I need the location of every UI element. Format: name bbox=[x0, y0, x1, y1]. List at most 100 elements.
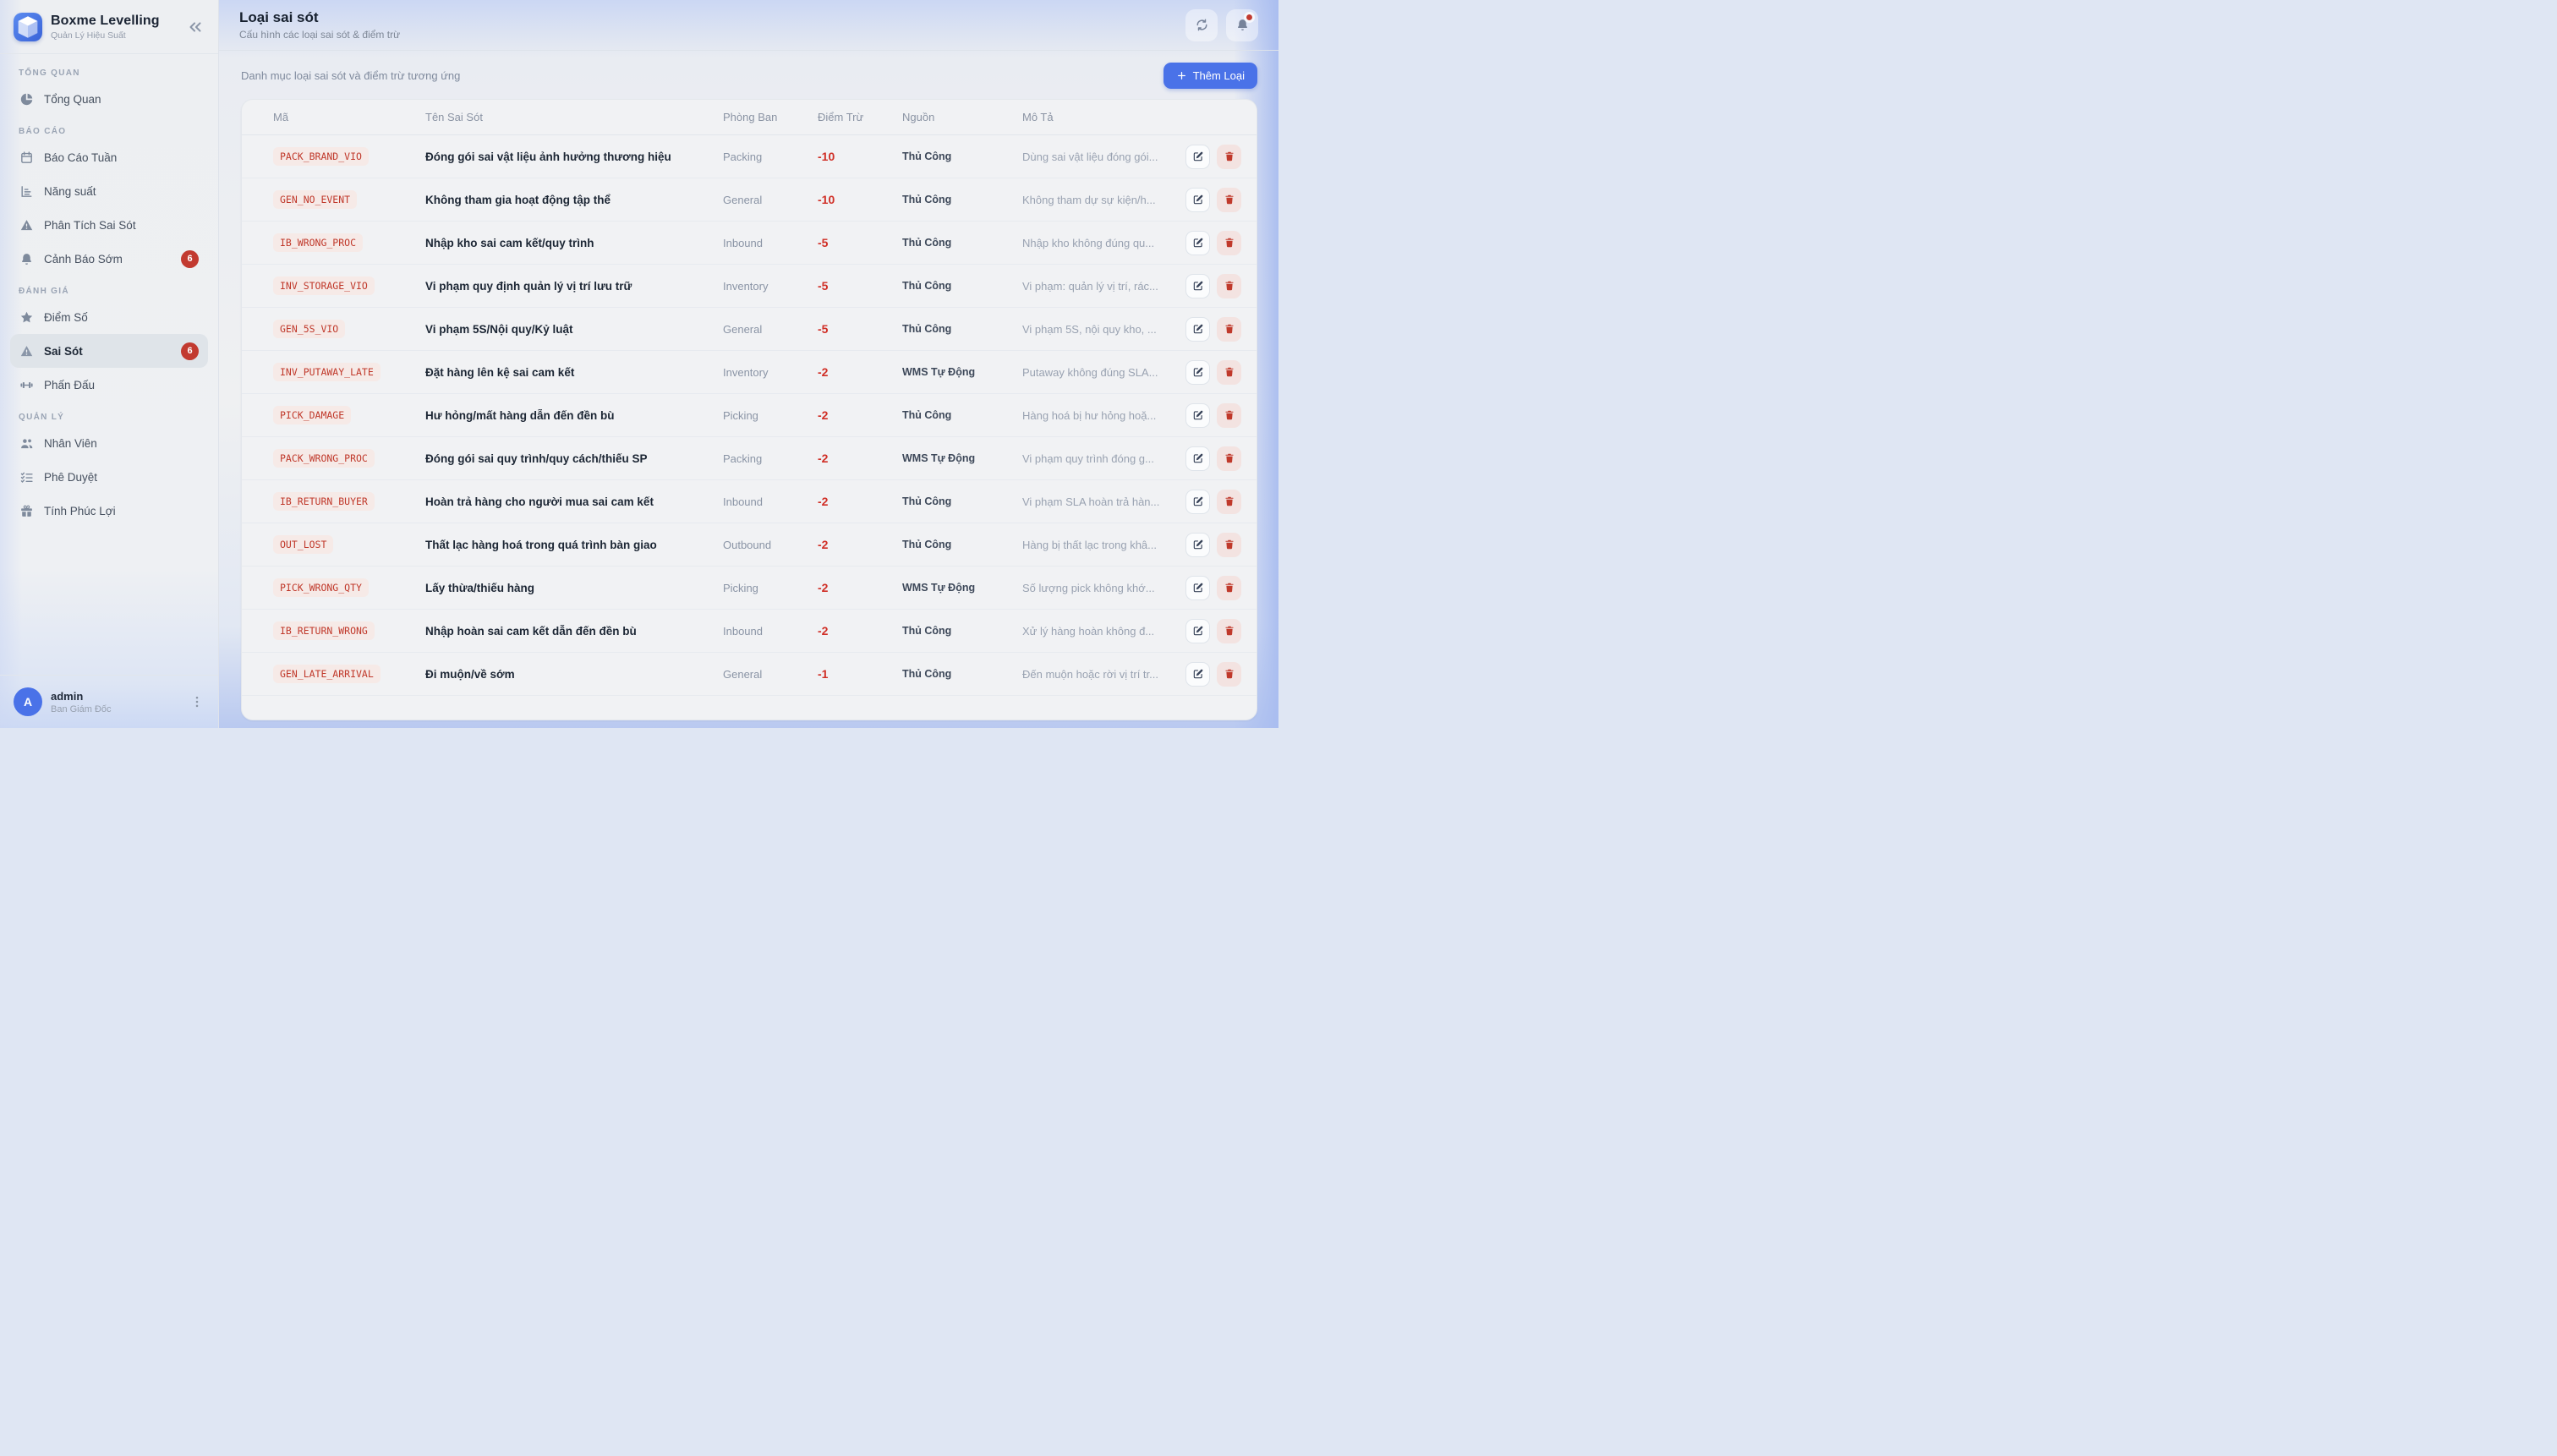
delete-button[interactable] bbox=[1217, 533, 1241, 557]
dots-vertical-icon[interactable] bbox=[189, 694, 205, 709]
delete-button[interactable] bbox=[1217, 446, 1241, 471]
nav-section-label: TỔNG QUAN bbox=[19, 68, 200, 78]
delete-button[interactable] bbox=[1217, 403, 1241, 428]
edit-icon bbox=[1192, 323, 1204, 335]
sidebar-item-label: Điểm Số bbox=[44, 311, 88, 324]
column-header: Phòng Ban bbox=[723, 111, 818, 123]
penalty-points: -2 bbox=[818, 365, 902, 379]
trash-icon bbox=[1224, 409, 1235, 421]
edit-button[interactable] bbox=[1185, 446, 1210, 471]
source: Thủ Công bbox=[902, 539, 1022, 550]
refresh-button[interactable] bbox=[1185, 9, 1218, 41]
sidebar-item-nhan-vien[interactable]: Nhân Viên bbox=[10, 426, 208, 460]
column-header: Mô Tả bbox=[1022, 111, 1175, 123]
delete-button[interactable] bbox=[1217, 490, 1241, 514]
trash-icon bbox=[1224, 323, 1235, 335]
sidebar-item-bao-cao-tuan[interactable]: Báo Cáo Tuần bbox=[10, 140, 208, 174]
error-name: Nhập hoàn sai cam kết dẫn đến đền bù bbox=[425, 625, 723, 638]
sidebar-item-canh-bao-som[interactable]: Cảnh Báo Sớm6 bbox=[10, 242, 208, 276]
edit-button[interactable] bbox=[1185, 145, 1210, 169]
column-header: Tên Sai Sót bbox=[425, 111, 723, 123]
trash-icon bbox=[1224, 539, 1235, 550]
delete-button[interactable] bbox=[1217, 188, 1241, 212]
bell-icon bbox=[19, 252, 34, 266]
sidebar-item-phan-dau[interactable]: Phấn Đấu bbox=[10, 368, 208, 402]
trash-icon bbox=[1224, 237, 1235, 249]
description: Xử lý hàng hoàn không đ... bbox=[1022, 625, 1175, 638]
delete-button[interactable] bbox=[1217, 145, 1241, 169]
edit-button[interactable] bbox=[1185, 576, 1210, 600]
penalty-points: -2 bbox=[818, 452, 902, 465]
sidebar-item-phe-duyet[interactable]: Phê Duyệt bbox=[10, 460, 208, 494]
error-name: Lấy thừa/thiếu hàng bbox=[425, 582, 723, 594]
edit-button[interactable] bbox=[1185, 490, 1210, 514]
penalty-points: -2 bbox=[818, 624, 902, 638]
description: Hàng bị thất lạc trong khâ... bbox=[1022, 539, 1175, 551]
edit-button[interactable] bbox=[1185, 231, 1210, 255]
edit-button[interactable] bbox=[1185, 360, 1210, 385]
edit-icon bbox=[1192, 582, 1204, 594]
dumbbell-icon bbox=[19, 378, 34, 392]
sidebar-item-label: Cảnh Báo Sớm bbox=[44, 253, 123, 265]
delete-button[interactable] bbox=[1217, 576, 1241, 600]
department: Picking bbox=[723, 582, 818, 594]
delete-button[interactable] bbox=[1217, 274, 1241, 298]
trash-icon bbox=[1224, 452, 1235, 464]
table-row: PACK_WRONG_PROCĐóng gói sai quy trình/qu… bbox=[242, 437, 1257, 480]
department: Inbound bbox=[723, 625, 818, 638]
sidebar-item-nang-suat[interactable]: Năng suất bbox=[10, 174, 208, 208]
error-code-chip: INV_PUTAWAY_LATE bbox=[273, 363, 381, 381]
description: Đến muộn hoặc rời vị trí tr... bbox=[1022, 668, 1175, 681]
trash-icon bbox=[1224, 151, 1235, 162]
error-code-chip: GEN_NO_EVENT bbox=[273, 190, 357, 209]
error-code-chip: GEN_LATE_ARRIVAL bbox=[273, 665, 381, 683]
pie-chart-icon bbox=[19, 92, 34, 107]
edit-icon bbox=[1192, 668, 1204, 680]
delete-button[interactable] bbox=[1217, 662, 1241, 687]
trash-icon bbox=[1224, 625, 1235, 637]
edit-button[interactable] bbox=[1185, 533, 1210, 557]
sidebar-item-label: Nhân Viên bbox=[44, 437, 97, 450]
delete-button[interactable] bbox=[1217, 619, 1241, 643]
delete-button[interactable] bbox=[1217, 231, 1241, 255]
edit-button[interactable] bbox=[1185, 188, 1210, 212]
edit-button[interactable] bbox=[1185, 403, 1210, 428]
edit-icon bbox=[1192, 539, 1204, 550]
error-code-chip: GEN_5S_VIO bbox=[273, 320, 345, 338]
delete-button[interactable] bbox=[1217, 317, 1241, 342]
penalty-points: -5 bbox=[818, 236, 902, 249]
notifications-button[interactable] bbox=[1226, 9, 1258, 41]
department: Packing bbox=[723, 151, 818, 163]
table-row: PICK_DAMAGEHư hỏng/mất hàng dẫn đến đền … bbox=[242, 394, 1257, 437]
delete-button[interactable] bbox=[1217, 360, 1241, 385]
trash-icon bbox=[1224, 582, 1235, 594]
nav-section-label: QUẢN LÝ bbox=[19, 413, 200, 422]
sidebar-item-tinh-phuc-loi[interactable]: Tính Phúc Lợi bbox=[10, 494, 208, 528]
description: Số lượng pick không khớ... bbox=[1022, 582, 1175, 594]
table-row: INV_PUTAWAY_LATEĐặt hàng lên kệ sai cam … bbox=[242, 351, 1257, 394]
edit-button[interactable] bbox=[1185, 619, 1210, 643]
avatar: A bbox=[14, 687, 42, 716]
column-header: Mã bbox=[273, 111, 425, 123]
trash-icon bbox=[1224, 668, 1235, 680]
app-logo bbox=[14, 13, 42, 41]
edit-icon bbox=[1192, 194, 1204, 205]
penalty-points: -2 bbox=[818, 581, 902, 594]
sidebar-item-tong-quan[interactable]: Tổng Quan bbox=[10, 82, 208, 116]
sidebar-item-diem-so[interactable]: Điểm Số bbox=[10, 300, 208, 334]
sidebar-item-label: Phân Tích Sai Sót bbox=[44, 219, 136, 232]
edit-button[interactable] bbox=[1185, 317, 1210, 342]
sidebar-item-sai-sot[interactable]: Sai Sót6 bbox=[10, 334, 208, 368]
edit-button[interactable] bbox=[1185, 662, 1210, 687]
add-type-button[interactable]: Thêm Loại bbox=[1164, 63, 1257, 89]
chevrons-left-icon[interactable] bbox=[186, 18, 205, 36]
error-name: Hoàn trả hàng cho người mua sai cam kết bbox=[425, 495, 723, 508]
trash-icon bbox=[1224, 280, 1235, 292]
page-header: Loại sai sót Cấu hình các loại sai sót &… bbox=[219, 0, 1278, 51]
warning-icon bbox=[19, 344, 34, 359]
source: Thủ Công bbox=[902, 280, 1022, 292]
error-name: Thất lạc hàng hoá trong quá trình bàn gi… bbox=[425, 539, 723, 551]
sidebar-item-phan-tich-sai-sot[interactable]: Phân Tích Sai Sót bbox=[10, 208, 208, 242]
edit-button[interactable] bbox=[1185, 274, 1210, 298]
error-code-chip: PICK_WRONG_QTY bbox=[273, 578, 369, 597]
